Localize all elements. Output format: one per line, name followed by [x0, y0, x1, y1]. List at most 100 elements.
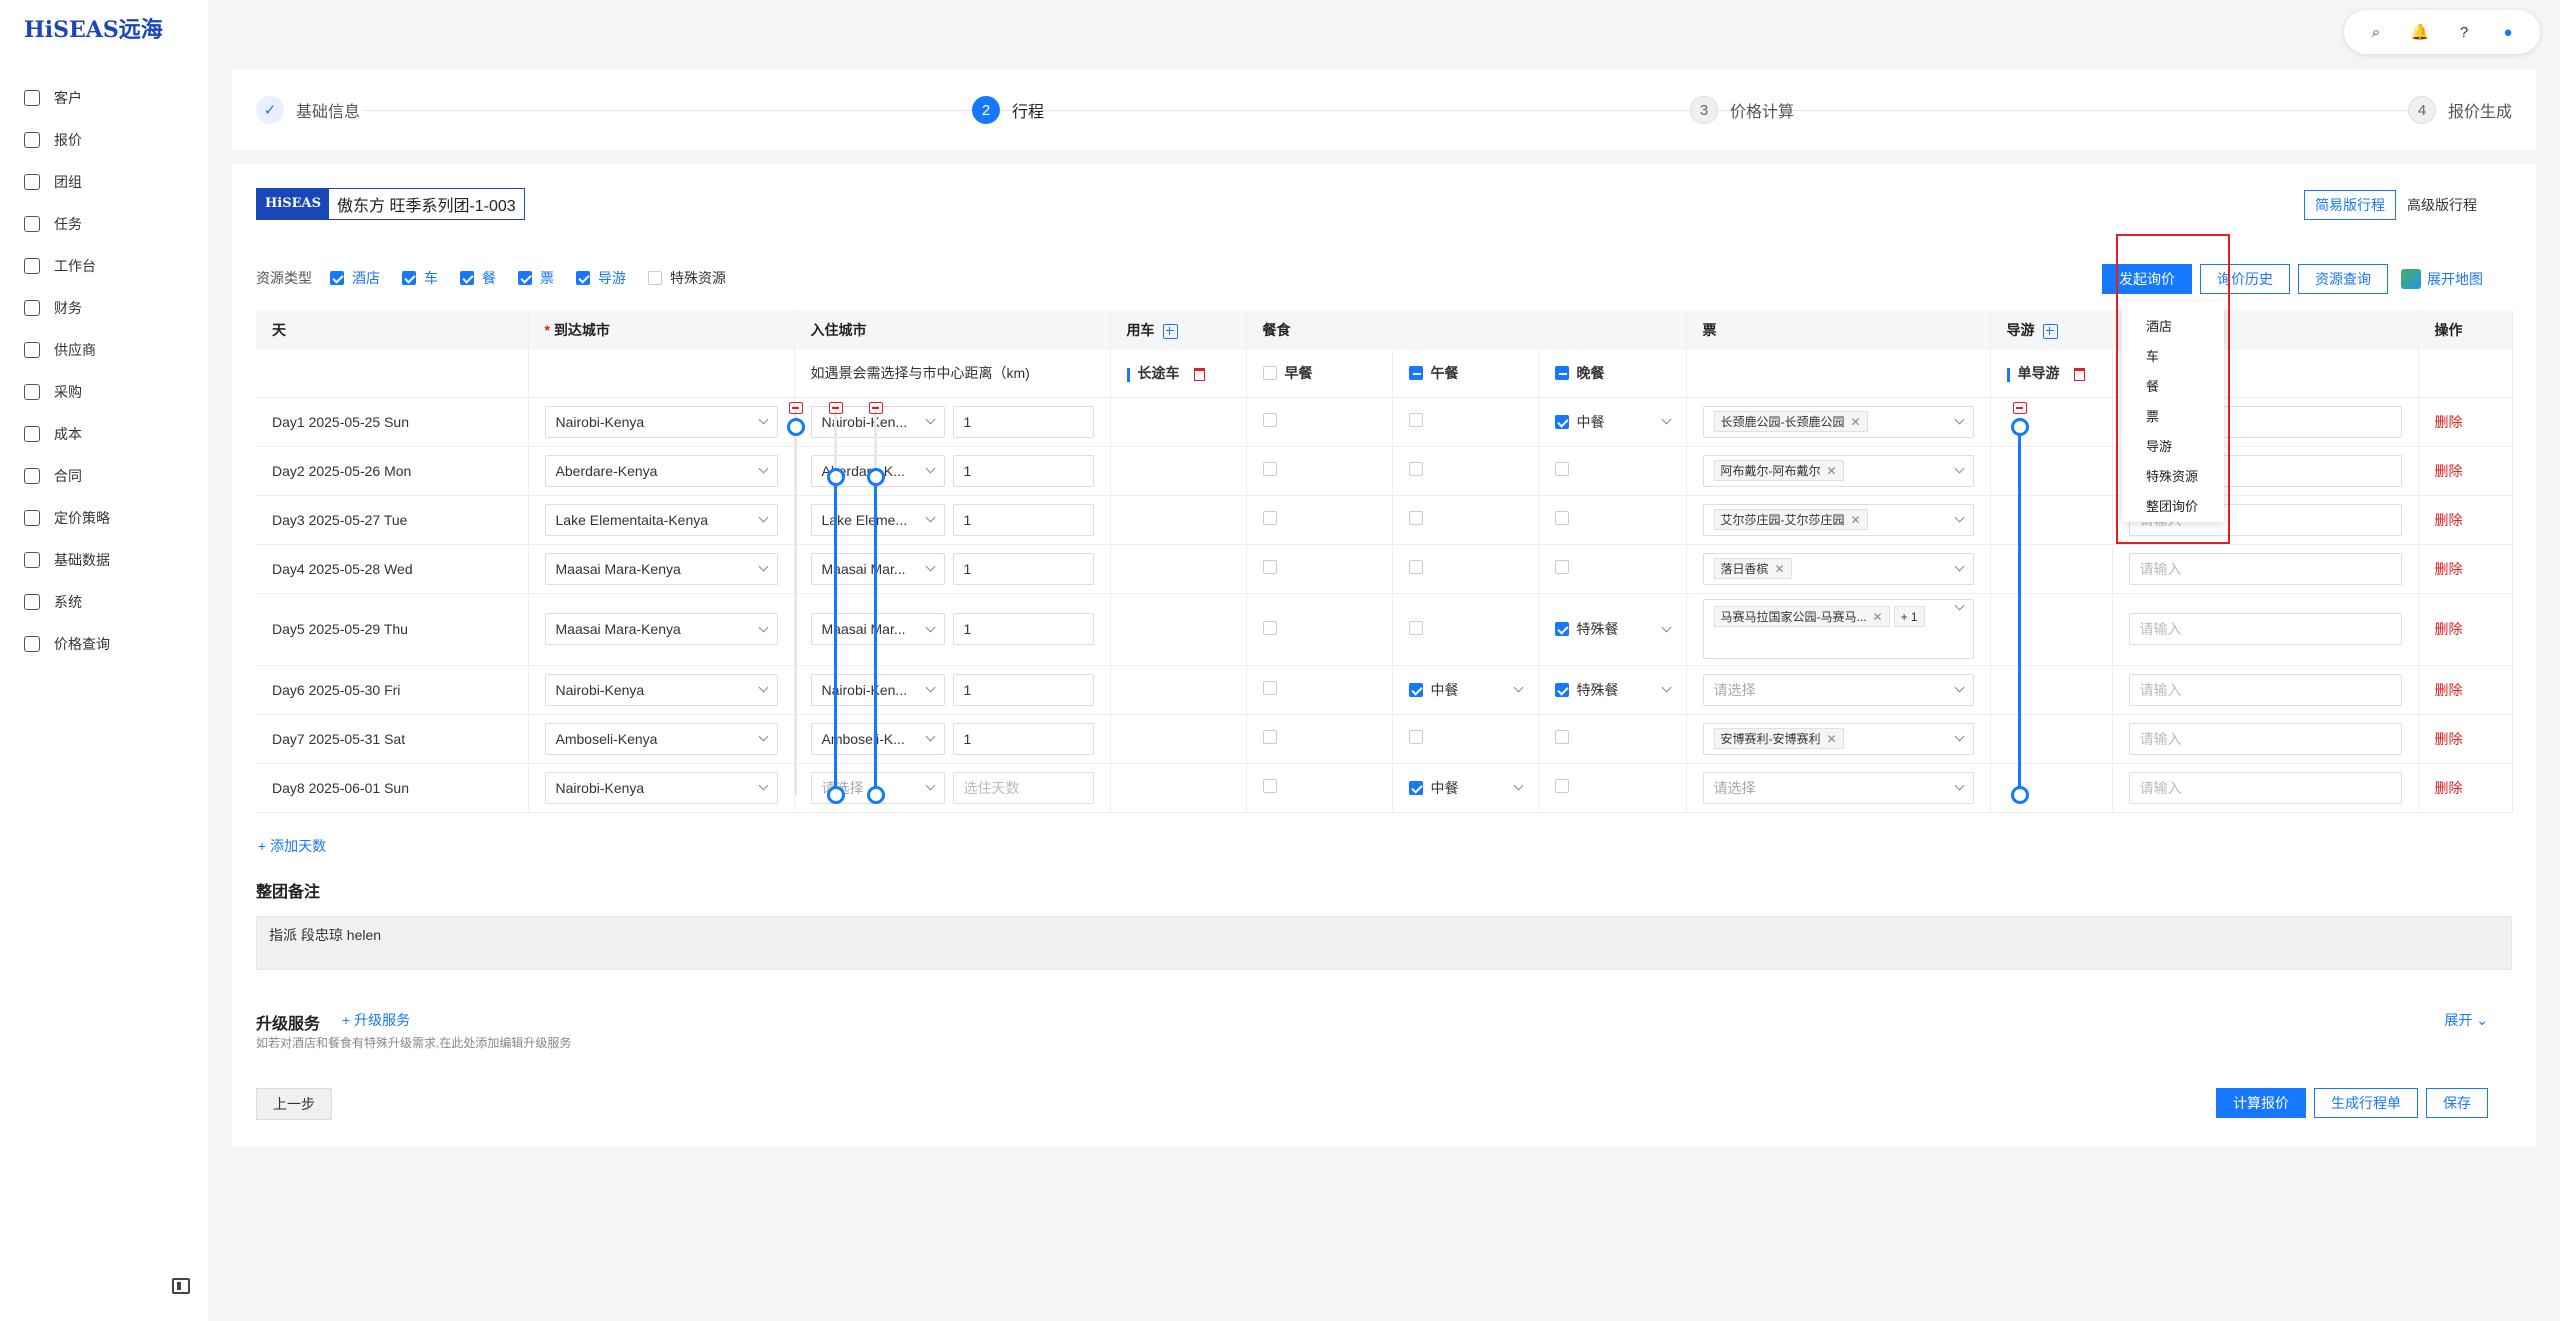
sidebar-item[interactable]: 合同 — [24, 464, 82, 488]
breakfast-checkbox[interactable] — [1262, 366, 1277, 381]
slider-knob[interactable] — [2010, 786, 2029, 804]
arrival-city-cell[interactable]: Lake Elementaita-Kenya — [528, 495, 795, 545]
chevron-down-icon[interactable] — [1513, 780, 1523, 791]
resource-type-option[interactable]: 餐 — [460, 268, 496, 288]
slider-knob[interactable] — [786, 418, 805, 436]
arrival-city-cell[interactable]: Nairobi-Kenya — [528, 397, 795, 447]
ticket-cell[interactable]: 艾尔莎庄园-艾尔莎庄园 ✕ — [1686, 495, 1991, 545]
ticket-cell[interactable]: 马赛马拉国家公园-马赛马... ✕ + 1 — [1686, 593, 1991, 666]
resource-query-button[interactable]: 资源查询 — [2298, 264, 2388, 294]
sidebar-item[interactable]: 工作台 — [24, 254, 96, 278]
sidebar-item[interactable]: 基础数据 — [24, 548, 110, 572]
dinner-checkbox[interactable] — [1554, 779, 1569, 793]
close-icon[interactable]: ✕ — [1873, 610, 1883, 624]
slider-knob[interactable] — [866, 786, 885, 804]
resource-type-option[interactable]: 特殊资源 — [648, 268, 726, 288]
delete-row-button[interactable]: 删除 — [2435, 621, 2463, 637]
arrival-city-select[interactable]: Maasai Mara-Kenya — [544, 552, 778, 585]
arrival-city-select[interactable]: Nairobi-Kenya — [544, 673, 778, 706]
chevron-down-icon[interactable] — [1661, 414, 1671, 425]
sidebar-item[interactable]: 客户 — [24, 86, 82, 110]
sidebar-item[interactable]: 财务 — [24, 296, 82, 320]
dinner-checkbox[interactable] — [1554, 730, 1569, 744]
dinner-checkbox[interactable] — [1554, 511, 1569, 525]
ticket-cell[interactable]: 安博赛利-安博赛利 ✕ — [1686, 714, 1991, 764]
resource-type-option[interactable]: 票 — [518, 268, 554, 288]
dinner-cell[interactable]: 特殊餐 — [1538, 665, 1687, 715]
arrival-city-select[interactable]: Amboseli-Kenya — [544, 722, 778, 755]
minus-icon[interactable] — [788, 402, 803, 414]
sidebar-item[interactable]: 供应商 — [24, 338, 96, 362]
guide-cell[interactable]: 请输入 — [2112, 763, 2419, 813]
lunch-cell[interactable]: 中餐 — [1392, 665, 1539, 715]
lunch-cell[interactable] — [1392, 714, 1539, 764]
guide-input[interactable]: 请输入 — [2128, 613, 2402, 645]
dinner-cell[interactable] — [1538, 763, 1687, 813]
sidebar-item[interactable]: 系统 — [24, 590, 82, 614]
guide-cell[interactable]: 请输入 — [2112, 714, 2419, 764]
nights-input[interactable]: 选住天数 — [952, 771, 1094, 804]
breakfast-checkbox[interactable] — [1262, 560, 1277, 574]
step-3[interactable]: 3 价格计算 — [1690, 96, 1794, 124]
guide-cell[interactable]: 请输入 — [2112, 544, 2419, 594]
ticket-cell[interactable]: 落日香槟 ✕ — [1686, 544, 1991, 594]
dinner-checkbox[interactable] — [1554, 462, 1569, 476]
dinner-checkbox[interactable] — [1554, 414, 1569, 429]
breakfast-cell[interactable] — [1246, 665, 1393, 715]
dinner-checkbox[interactable] — [1554, 682, 1569, 697]
bell-icon[interactable]: 🔔 — [2407, 19, 2433, 45]
lunch-checkbox[interactable] — [1408, 366, 1423, 381]
nights-input[interactable]: 1 — [952, 503, 1094, 536]
sidebar-item[interactable]: 团组 — [24, 170, 82, 194]
previous-step-button[interactable]: 上一步 — [256, 1088, 332, 1120]
ticket-cell[interactable]: 请选择 — [1686, 763, 1991, 813]
chevron-down-icon[interactable] — [1513, 682, 1523, 693]
lunch-toggle[interactable]: 午餐 — [1392, 350, 1539, 398]
stay-city-select[interactable]: Maasai Mar... — [810, 552, 945, 585]
lunch-checkbox[interactable] — [1408, 730, 1423, 744]
minus-icon[interactable] — [868, 402, 883, 414]
close-icon[interactable]: ✕ — [1827, 732, 1837, 746]
lunch-cell[interactable] — [1392, 495, 1539, 545]
stay-city-select[interactable]: Nairobi-Ken... — [810, 673, 945, 706]
dinner-cell[interactable]: 中餐 — [1538, 397, 1687, 447]
dinner-cell[interactable]: 特殊餐 — [1538, 593, 1687, 666]
lunch-checkbox[interactable] — [1408, 620, 1423, 635]
save-button[interactable]: 保存 — [2426, 1088, 2488, 1118]
breakfast-checkbox[interactable] — [1262, 511, 1277, 525]
delete-row-button[interactable]: 删除 — [2435, 512, 2463, 528]
sidebar-item[interactable]: 价格查询 — [24, 632, 110, 656]
arrival-city-select[interactable]: Maasai Mara-Kenya — [544, 613, 778, 645]
close-icon[interactable]: ✕ — [1851, 513, 1861, 527]
expand-upgrade-button[interactable]: 展开 ⌄ — [2444, 1010, 2488, 1030]
minus-icon[interactable] — [828, 402, 843, 414]
user-avatar-icon[interactable]: ● — [2495, 19, 2521, 45]
ticket-cell[interactable]: 阿布戴尔-阿布戴尔 ✕ — [1686, 446, 1991, 496]
calculate-quote-button[interactable]: 计算报价 — [2216, 1088, 2306, 1118]
delete-guide-icon[interactable] — [2073, 368, 2085, 382]
slider-knob[interactable] — [866, 468, 885, 486]
resource-type-checkbox[interactable] — [648, 271, 662, 285]
lunch-cell[interactable] — [1392, 593, 1539, 666]
breakfast-cell[interactable] — [1246, 714, 1393, 764]
resource-type-option[interactable]: 导游 — [576, 268, 626, 288]
sidebar-item[interactable]: 任务 — [24, 212, 82, 236]
slider-knob[interactable] — [826, 786, 845, 804]
delete-row-button[interactable]: 删除 — [2435, 463, 2463, 479]
advanced-view-tab[interactable]: 高级版行程 — [2396, 190, 2488, 220]
breakfast-cell[interactable] — [1246, 763, 1393, 813]
lunch-checkbox[interactable] — [1408, 560, 1423, 574]
remark-textarea[interactable]: 指派 段忠琼 helen — [256, 916, 2512, 970]
ticket-select[interactable]: 艾尔莎庄园-艾尔莎庄园 ✕ — [1702, 503, 1974, 536]
lunch-checkbox[interactable] — [1408, 682, 1423, 697]
delete-row-button[interactable]: 删除 — [2435, 731, 2463, 747]
arrival-city-cell[interactable]: Amboseli-Kenya — [528, 714, 795, 764]
step-1[interactable]: ✓ 基础信息 — [256, 96, 360, 124]
resource-type-option[interactable]: 车 — [402, 268, 438, 288]
breakfast-toggle[interactable]: 早餐 — [1246, 350, 1393, 398]
dinner-cell[interactable] — [1538, 446, 1687, 496]
stay-city-select[interactable]: Maasai Mar... — [810, 613, 945, 645]
dinner-checkbox[interactable] — [1554, 366, 1569, 381]
nights-input[interactable]: 1 — [952, 405, 1094, 438]
guide-slider[interactable] — [2010, 402, 2029, 804]
